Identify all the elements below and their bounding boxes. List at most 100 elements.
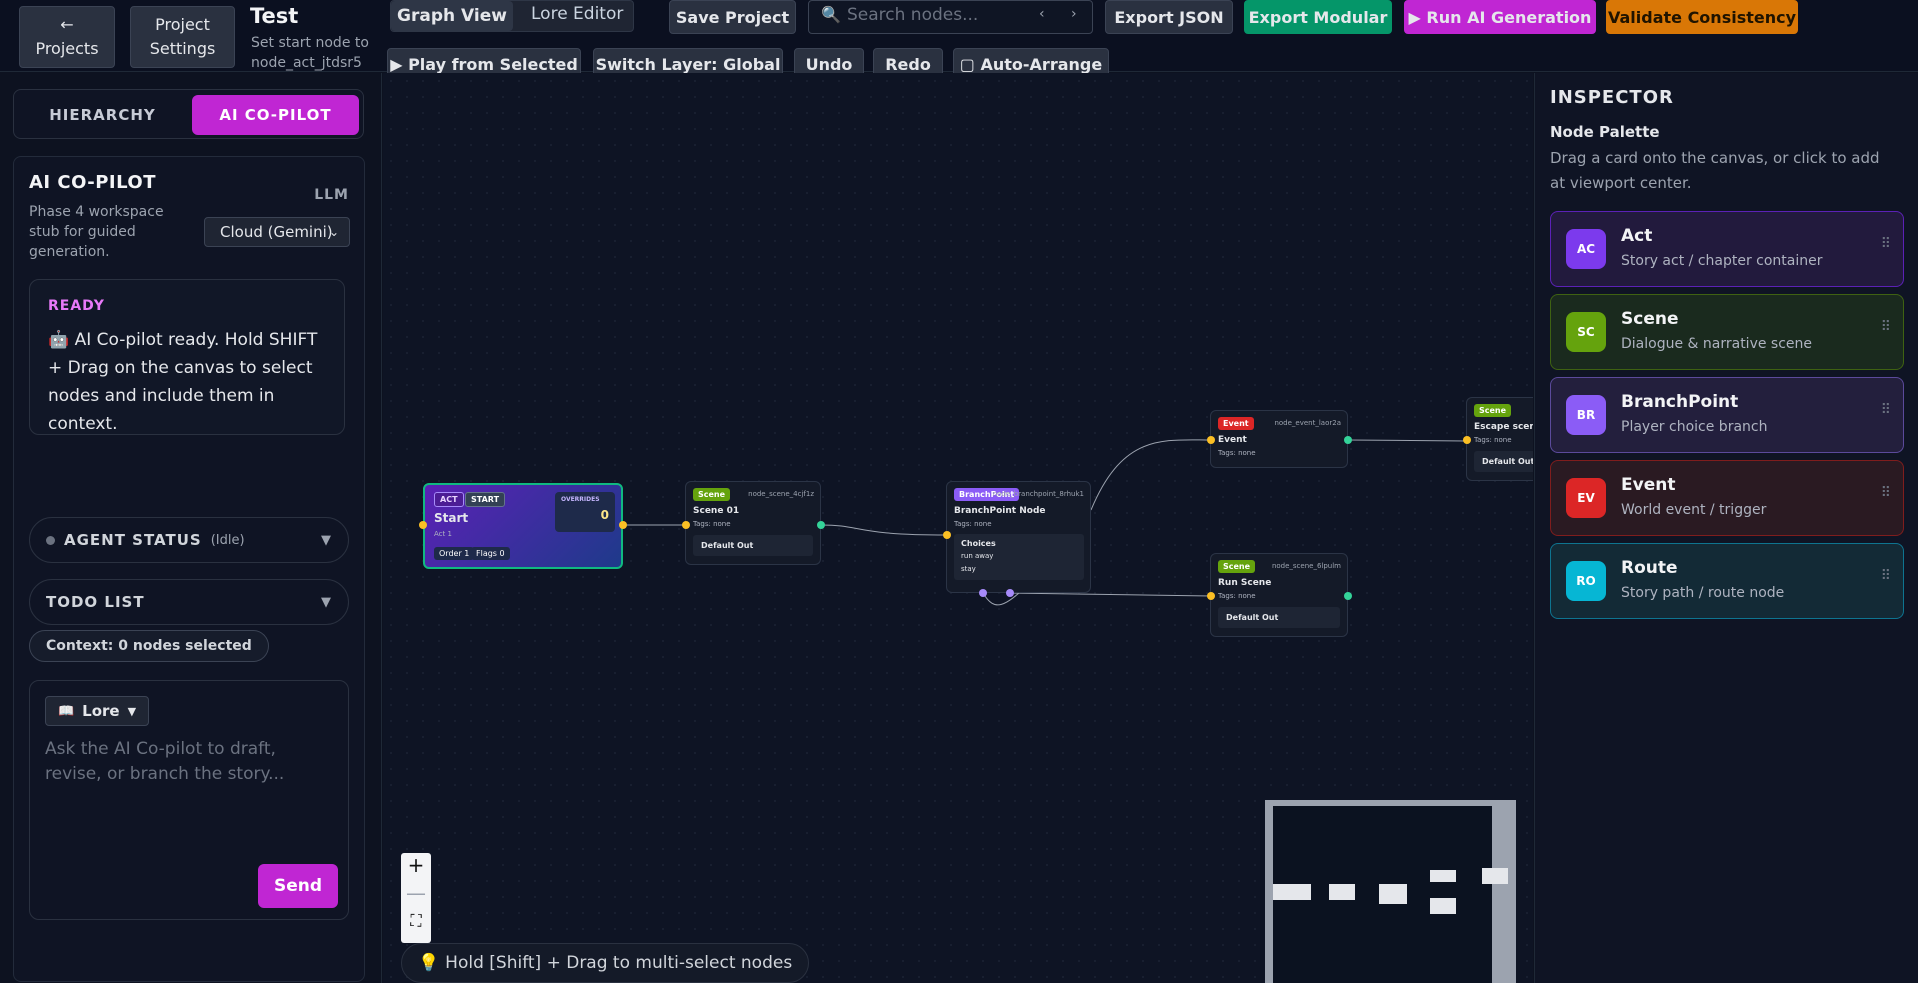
graph-canvas[interactable]: ACT START Start Act 1 OVERRIDES 0 Order … <box>383 73 1533 983</box>
scene-pill: Scene <box>1218 560 1256 573</box>
palette-card-route[interactable]: RO Route Story path / route node ⠿ <box>1550 543 1904 619</box>
node-id: node_event_laor2a <box>1274 419 1341 427</box>
status-text: 🤖 AI Co-pilot ready. Hold SHIFT + Drag o… <box>48 330 318 434</box>
status-label: READY <box>48 298 105 314</box>
node-run-scene[interactable]: Scene node_scene_6lpulm Run Scene Tags: … <box>1210 553 1348 637</box>
drag-handle-icon[interactable]: ⠿ <box>1881 485 1891 501</box>
sidebar-tabs: HIERARCHY AI CO-PILOT <box>13 89 364 139</box>
scene-badge: SC <box>1566 312 1606 352</box>
save-project-button[interactable]: Save Project <box>669 0 796 34</box>
edge-event-escape <box>1347 439 1467 442</box>
send-button[interactable]: Send <box>258 864 338 908</box>
search-input[interactable]: Search nodes... <box>847 5 978 25</box>
export-json-button[interactable]: Export JSON <box>1105 0 1233 34</box>
caret-down-icon: ▼ <box>321 594 332 610</box>
port-in[interactable] <box>1463 436 1471 444</box>
output-default: Default Out <box>1474 451 1533 472</box>
port-in[interactable] <box>1207 436 1215 444</box>
order-pill: Order 1 <box>434 547 475 560</box>
minimap-node <box>1430 870 1456 882</box>
drag-handle-icon[interactable]: ⠿ <box>1881 568 1891 584</box>
node-tags: Tags: none <box>1218 592 1256 600</box>
port-out[interactable] <box>1344 592 1352 600</box>
minimap[interactable] <box>1265 800 1516 983</box>
edge-branch-run <box>1009 592 1212 597</box>
port-out[interactable] <box>1344 436 1352 444</box>
node-title: Scene 01 <box>693 506 740 516</box>
chevron-down-icon: ⌄ <box>328 225 339 239</box>
card-description: Story act / chapter container <box>1621 253 1823 269</box>
port-out[interactable] <box>619 521 627 529</box>
port-in[interactable] <box>943 531 951 539</box>
copilot-description: Phase 4 workspace stub for guided genera… <box>29 204 164 260</box>
card-description: Story path / route node <box>1621 585 1785 601</box>
port-out[interactable] <box>979 589 987 597</box>
node-id: node_scene_4cjf1z <box>748 490 814 498</box>
zoom-controls: + — ⛶ <box>401 853 431 943</box>
search-box: 🔍 Search nodes... ‹ › <box>808 0 1093 34</box>
tab-ai-copilot[interactable]: AI CO-PILOT <box>192 95 359 135</box>
card-title: Act <box>1621 226 1653 246</box>
palette-title: Node Palette <box>1550 123 1660 141</box>
port-out[interactable] <box>1006 589 1014 597</box>
node-start[interactable]: ACT START Start Act 1 OVERRIDES 0 Order … <box>423 483 623 569</box>
lore-dropdown[interactable]: 📖 Lore ▼ <box>45 696 149 726</box>
ai-copilot-panel: AI CO-PILOT Phase 4 workspace stub for g… <box>13 156 365 982</box>
palette-card-event[interactable]: EV Event World event / trigger ⠿ <box>1550 460 1904 536</box>
drag-handle-icon[interactable]: ⠿ <box>1881 319 1891 335</box>
palette-card-scene[interactable]: SC Scene Dialogue & narrative scene ⠿ <box>1550 294 1904 370</box>
search-prev-icon[interactable]: ‹ <box>1039 6 1045 22</box>
status-card: READY 🤖 AI Co-pilot ready. Hold SHIFT + … <box>29 279 345 435</box>
drag-handle-icon[interactable]: ⠿ <box>1881 402 1891 418</box>
palette-card-branchpoint[interactable]: BR BranchPoint Player choice branch ⠿ <box>1550 377 1904 453</box>
node-title: BranchPoint Node <box>954 506 1046 516</box>
minimap-node <box>1430 898 1456 914</box>
port-in[interactable] <box>419 521 427 529</box>
search-next-icon[interactable]: › <box>1071 6 1077 22</box>
node-tags: Tags: none <box>693 520 731 528</box>
event-badge: EV <box>1566 478 1606 518</box>
todo-list-toggle[interactable]: TODO LIST ▼ <box>29 579 349 625</box>
node-scene-01[interactable]: Scene node_scene_4cjf1z Scene 01 Tags: n… <box>685 481 821 565</box>
node-escape-scene[interactable]: Scene Escape scene Tags: none Default Ou… <box>1466 397 1533 481</box>
node-tags: Tags: none <box>954 520 992 528</box>
node-event[interactable]: Event node_event_laor2a Event Tags: none <box>1210 410 1348 468</box>
fit-view-button[interactable]: ⛶ <box>401 911 431 931</box>
projects-button[interactable]: ← Projects <box>19 6 115 68</box>
run-ai-generation-button[interactable]: ▶ Run AI Generation <box>1404 0 1596 34</box>
event-pill: Event <box>1218 417 1254 430</box>
llm-select[interactable]: Cloud (Gemini) ⌄ <box>204 217 350 247</box>
projects-label: Projects <box>35 39 99 58</box>
tab-lore-editor[interactable]: Lore Editor <box>531 4 623 24</box>
card-title: Route <box>1621 558 1678 578</box>
copilot-title: AI CO-PILOT <box>29 172 157 193</box>
agent-status-state: (Idle) <box>210 532 245 548</box>
hint-text: Hold [Shift] + Drag to multi-select node… <box>445 953 793 973</box>
prompt-input[interactable]: Ask the AI Co-pilot to draft, revise, or… <box>45 737 325 787</box>
drag-handle-icon[interactable]: ⠿ <box>1881 236 1891 252</box>
settings-line1: Project <box>155 15 210 34</box>
scene-pill: Scene <box>693 488 731 501</box>
overrides-label: OVERRIDES <box>561 496 600 503</box>
agent-status-toggle[interactable]: AGENT STATUS (Idle) ▼ <box>29 517 349 563</box>
multiselect-hint: 💡 Hold [Shift] + Drag to multi-select no… <box>401 943 810 983</box>
tab-graph-view[interactable]: Graph View <box>391 1 513 31</box>
llm-select-value: Cloud (Gemini) <box>220 223 333 241</box>
overrides-value: 0 <box>600 508 609 522</box>
minimap-node <box>1329 884 1355 900</box>
node-branchpoint[interactable]: BranchPoint node_branchpoint_8rhuk1 Bran… <box>946 481 1091 593</box>
zoom-out-button[interactable]: — <box>401 881 431 905</box>
zoom-in-button[interactable]: + <box>401 853 431 877</box>
port-in[interactable] <box>1207 592 1215 600</box>
tab-hierarchy[interactable]: HIERARCHY <box>20 95 185 135</box>
validate-consistency-button[interactable]: Validate Consistency <box>1606 0 1798 34</box>
palette-card-act[interactable]: AC Act Story act / chapter container ⠿ <box>1550 211 1904 287</box>
project-settings-button[interactable]: Project Settings <box>130 6 235 68</box>
card-title: Scene <box>1621 309 1679 329</box>
inspector-panel: INSPECTOR Node Palette Drag a card onto … <box>1534 73 1918 983</box>
port-in[interactable] <box>682 521 690 529</box>
port-out[interactable] <box>817 521 825 529</box>
export-modular-button[interactable]: Export Modular <box>1244 0 1392 34</box>
context-badge: Context: 0 nodes selected <box>29 630 269 662</box>
view-switch: Graph View Lore Editor <box>390 0 634 32</box>
